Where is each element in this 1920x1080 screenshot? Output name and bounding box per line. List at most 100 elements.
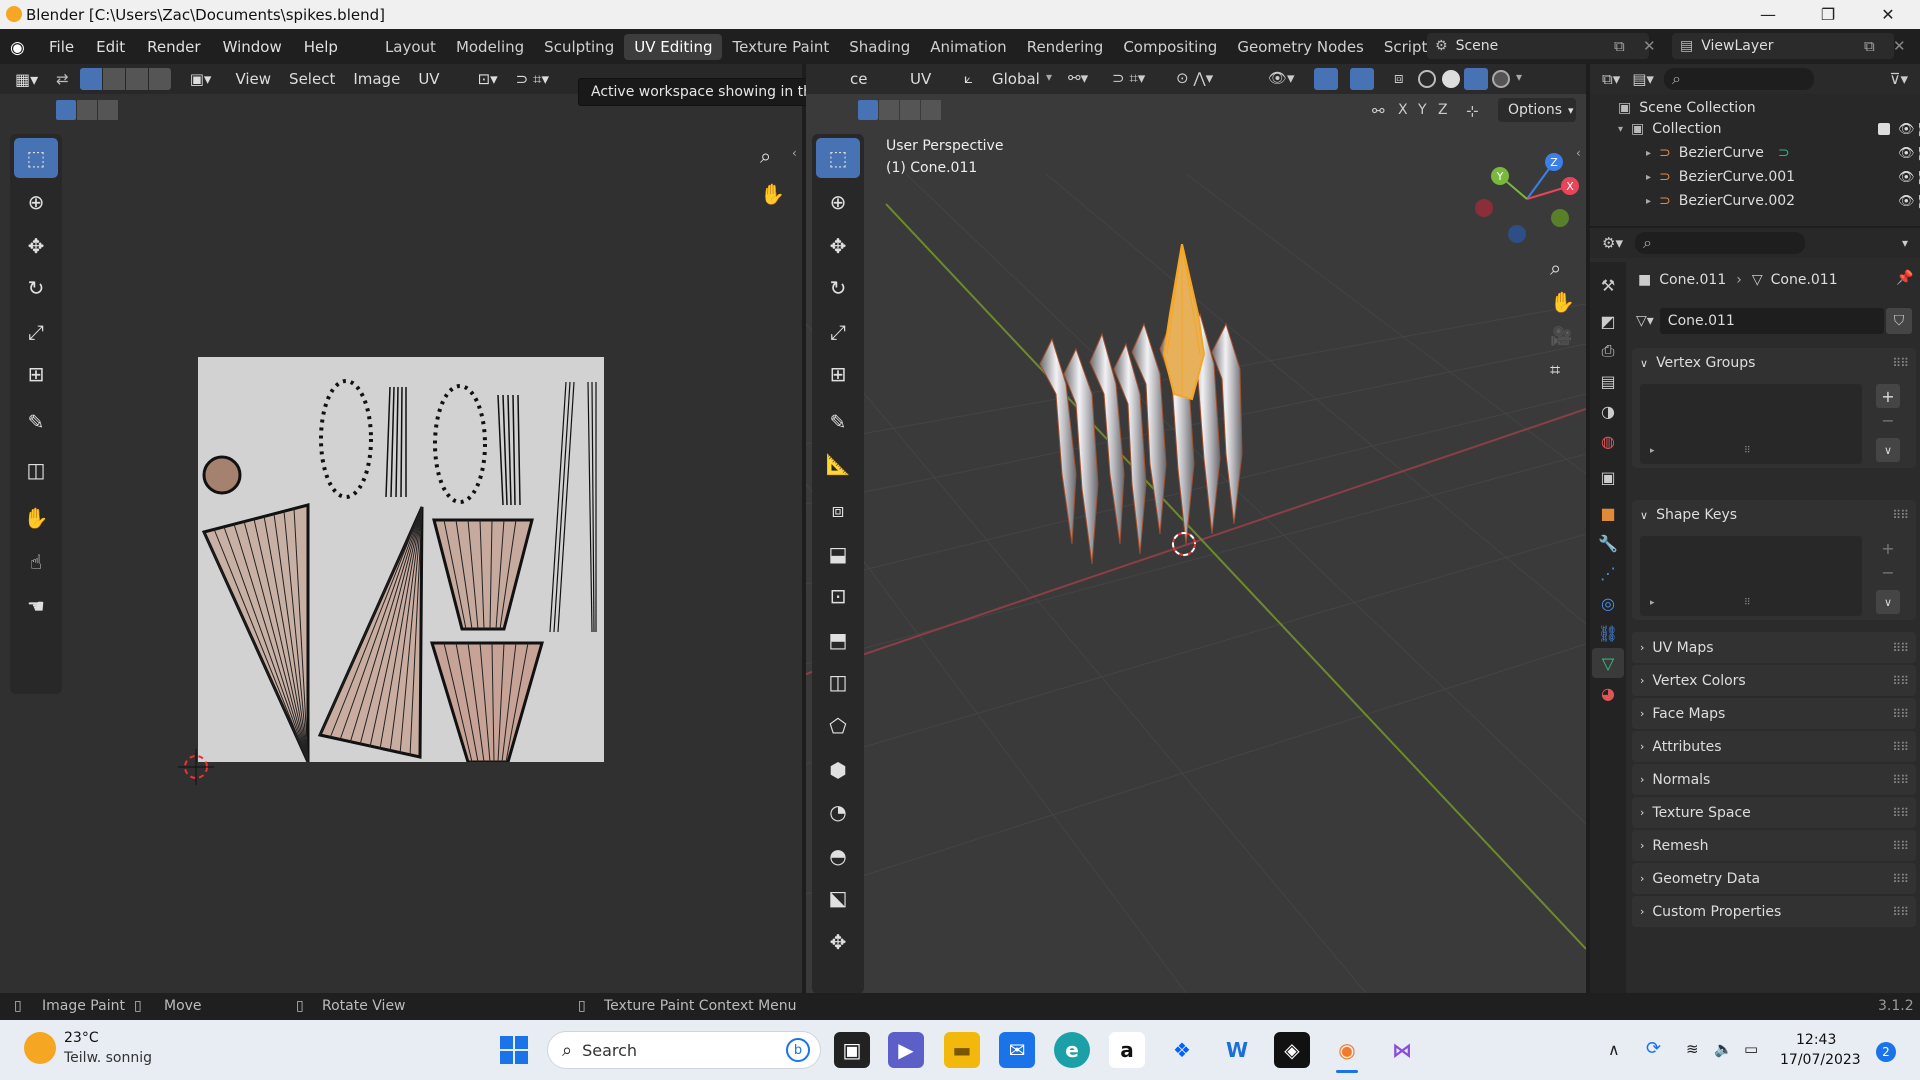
navigation-gizmo[interactable]: Z X Y xyxy=(1472,144,1582,254)
menu-window[interactable]: Window xyxy=(212,38,293,56)
object-tab-icon[interactable]: ■ xyxy=(1594,498,1622,528)
vertex-mode-icon[interactable] xyxy=(79,68,102,90)
drag-handle-icon[interactable]: ⠿⠿ xyxy=(1892,839,1909,853)
tab-shading[interactable]: Shading xyxy=(839,34,920,60)
menu-edit[interactable]: Edit xyxy=(85,38,136,56)
drag-handle-icon[interactable]: ⠿⠿ xyxy=(1892,641,1909,655)
panel-attributes[interactable]: › Attributes ⠿⠿ xyxy=(1632,731,1916,762)
selected-cone-mesh[interactable] xyxy=(1162,244,1206,401)
item-visibility-icon[interactable]: 👁 xyxy=(1898,194,1915,209)
remove-shape-key-button[interactable]: − xyxy=(1876,562,1900,582)
close-button[interactable]: ✕ xyxy=(1860,0,1916,29)
rip-tool-icon[interactable]: ◫ xyxy=(14,450,58,490)
drag-handle-icon[interactable]: ⠿⠿ xyxy=(1892,872,1909,886)
shape-keys-list[interactable]: ▸ ⠿ xyxy=(1640,536,1862,616)
item-expand-icon[interactable]: ▸ xyxy=(1646,172,1651,183)
edge-mode-icon[interactable] xyxy=(102,68,125,90)
island-mode-icon[interactable] xyxy=(148,68,171,90)
relax-tool-icon[interactable]: ☝ xyxy=(14,542,58,582)
camera-view-icon[interactable]: 🎥 xyxy=(1550,326,1572,347)
uv-texture-image[interactable] xyxy=(198,357,604,764)
file-explorer-icon[interactable]: ▬ xyxy=(944,1032,980,1068)
properties-search[interactable]: ⌕ xyxy=(1634,232,1805,254)
outliner-editor-type-icon[interactable]: ⧉▾ xyxy=(1602,70,1620,88)
vp-measure-tool-icon[interactable]: 📐 xyxy=(816,444,860,484)
remove-vertex-group-button[interactable]: − xyxy=(1876,410,1900,430)
tab-layout[interactable]: Layout xyxy=(375,34,446,60)
drag-handle-icon[interactable]: ⠿⠿ xyxy=(1892,740,1909,754)
edge-icon[interactable]: e xyxy=(1054,1032,1090,1068)
visual-studio-icon[interactable]: ⋈ xyxy=(1384,1032,1420,1068)
select-extend-icon[interactable] xyxy=(77,100,97,120)
mesh-datablock-field[interactable]: ▽▾ Cone.011 ⛉ xyxy=(1636,308,1912,334)
mesh-datablock-icon[interactable]: ▽▾ xyxy=(1636,313,1654,329)
vp-shrink-tool-icon[interactable]: ✥ xyxy=(816,922,860,962)
particles-tab-icon[interactable]: ⋰ xyxy=(1594,558,1622,588)
vp-edge-slide-tool-icon[interactable]: ⬕ xyxy=(816,878,860,918)
output-tab-icon[interactable]: ⎙ xyxy=(1594,336,1622,366)
add-vertex-group-button[interactable]: + xyxy=(1876,384,1900,408)
transform-tool-icon[interactable]: ⊞ xyxy=(14,354,58,394)
clock-date[interactable]: 17/07/2023 xyxy=(1780,1052,1861,1068)
collection-expand-icon[interactable]: ▾ xyxy=(1618,124,1623,135)
panel-vertex-colors[interactable]: › Vertex Colors ⠿⠿ xyxy=(1632,665,1916,696)
zoom-icon[interactable]: ⌕ xyxy=(760,144,771,168)
gizmo-neg-z-icon[interactable] xyxy=(1508,225,1526,243)
drag-handle-icon[interactable]: ⠿⠿ xyxy=(1892,356,1909,370)
viewlayer-selector[interactable]: ▤ ViewLayer xyxy=(1672,33,1894,59)
vp-knife-tool-icon[interactable]: ⬠ xyxy=(816,706,860,746)
menu-view[interactable]: View xyxy=(226,70,280,88)
panel-custom-properties[interactable]: › Custom Properties ⠿⠿ xyxy=(1632,896,1916,927)
properties-editor-type-icon[interactable]: ⚙▾ xyxy=(1602,234,1623,252)
pan-hand-icon[interactable]: ✋ xyxy=(760,182,785,206)
annotate-tool-icon[interactable]: ✎ xyxy=(14,402,58,442)
list-filter-toggle-icon[interactable]: ▸ xyxy=(1650,446,1655,456)
outliner-search[interactable]: ⌕ xyxy=(1663,68,1814,90)
drag-handle-icon[interactable]: ⠿⠿ xyxy=(1892,905,1909,919)
writer-icon[interactable]: W xyxy=(1219,1032,1255,1068)
menu-uv[interactable]: UV xyxy=(409,70,448,88)
vp-select-tool-icon[interactable]: ⬚ xyxy=(816,138,860,178)
scene-tab-icon[interactable]: ◑ xyxy=(1594,396,1622,426)
tab-modeling[interactable]: Modeling xyxy=(446,34,534,60)
drag-handle-icon[interactable]: ⠿⠿ xyxy=(1892,707,1909,721)
vp-smooth-tool-icon[interactable]: ◓ xyxy=(816,836,860,876)
item-expand-icon[interactable]: ▸ xyxy=(1646,196,1651,207)
world-tab-icon[interactable]: ◍ xyxy=(1594,426,1622,456)
clock-time[interactable]: 12:43 xyxy=(1796,1032,1836,1048)
ortho-toggle-icon[interactable]: ⌗ xyxy=(1550,360,1560,381)
amazon-icon[interactable]: a xyxy=(1109,1032,1145,1068)
menu-select[interactable]: Select xyxy=(280,70,344,88)
panel-face-maps[interactable]: › Face Maps ⠿⠿ xyxy=(1632,698,1916,729)
sticky-select-icon[interactable]: ▣▾ xyxy=(181,70,221,88)
dropbox-icon[interactable]: ❖ xyxy=(1164,1032,1200,1068)
mesh-data-tab-icon[interactable]: ▽ xyxy=(1592,648,1624,678)
view-layer-tab-icon[interactable]: ▤ xyxy=(1594,366,1622,396)
select-new-icon[interactable] xyxy=(56,100,76,120)
tab-texture-paint[interactable]: Texture Paint xyxy=(722,34,839,60)
remove-scene-icon[interactable]: ✕ xyxy=(1643,37,1656,55)
taskbar-search[interactable]: ⌕ Search b xyxy=(548,1032,820,1068)
shape-keys-header[interactable]: ∨ Shape Keys ⠿⠿ xyxy=(1632,500,1916,530)
panel-uv-maps[interactable]: › UV Maps ⠿⠿ xyxy=(1632,632,1916,663)
vp-annotate-tool-icon[interactable]: ✎ xyxy=(816,402,860,442)
tab-rendering[interactable]: Rendering xyxy=(1017,34,1114,60)
menu-render[interactable]: Render xyxy=(136,38,211,56)
tool-tab-icon[interactable]: ⚒ xyxy=(1594,270,1622,300)
item-expand-icon[interactable]: ▸ xyxy=(1646,148,1651,159)
properties-options-icon[interactable]: ▾ xyxy=(1902,236,1908,250)
rotate-tool-icon[interactable]: ↻ xyxy=(14,268,58,308)
select-box-tool-icon[interactable]: ⬚ xyxy=(14,138,58,178)
panel-texture-space[interactable]: › Texture Space ⠿⠿ xyxy=(1632,797,1916,828)
tab-sculpting[interactable]: Sculpting xyxy=(534,34,624,60)
select-subtract-icon[interactable] xyxy=(98,100,118,120)
drag-handle-icon[interactable]: ⠿⠿ xyxy=(1892,508,1909,522)
tab-animation[interactable]: Animation xyxy=(920,34,1016,60)
3d-cursor-icon[interactable] xyxy=(1166,526,1202,562)
remove-viewlayer-icon[interactable]: ✕ xyxy=(1893,37,1906,55)
collection-row[interactable]: ▾ ▣ Collection 👁 ◙ xyxy=(1618,118,1920,140)
item-visibility-icon[interactable]: 👁 xyxy=(1898,146,1915,161)
vertex-group-specials-icon[interactable]: ∨ xyxy=(1876,438,1900,462)
tab-geometry-nodes[interactable]: Geometry Nodes xyxy=(1227,34,1374,60)
sync-icon[interactable]: ⟳ xyxy=(1646,1038,1661,1059)
